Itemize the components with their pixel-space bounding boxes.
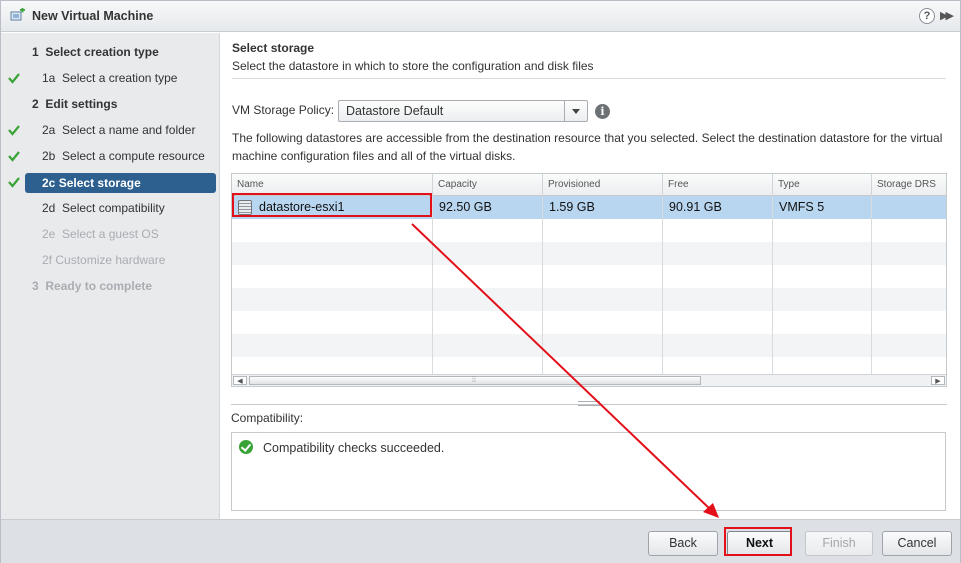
- column-header-free[interactable]: Free: [663, 174, 773, 196]
- datastore-name: datastore-esxi1: [259, 200, 345, 214]
- step-select-name-folder[interactable]: 2a Select a name and folder: [1, 119, 220, 141]
- title-bar: New Virtual Machine ? ▶▶: [1, 1, 960, 32]
- checkmark-icon: [8, 177, 20, 188]
- window-title: New Virtual Machine: [32, 9, 154, 23]
- datastore-table: Name Capacity Provisioned Free Type Stor…: [231, 173, 947, 387]
- new-vm-wizard-window: New Virtual Machine ? ▶▶ 1 Select creati…: [0, 0, 961, 563]
- scroll-right-icon[interactable]: ▶: [931, 376, 945, 385]
- empty-row: [232, 265, 946, 288]
- help-icon[interactable]: ?: [919, 8, 935, 24]
- finish-button: Finish: [805, 531, 873, 556]
- table-row[interactable]: datastore-esxi1 92.50 GB 1.59 GB 90.91 G…: [232, 196, 946, 219]
- success-check-icon: [239, 440, 253, 454]
- datastore-capacity: 92.50 GB: [433, 196, 543, 219]
- compatibility-message: Compatibility checks succeeded.: [263, 441, 445, 455]
- section-title: Select storage: [232, 41, 315, 55]
- checkmark-icon: [8, 73, 20, 84]
- step-select-storage[interactable]: 2c Select storage: [25, 173, 216, 193]
- wizard-steps-sidebar: 1 Select creation type 1a Select a creat…: [1, 33, 220, 519]
- cancel-button[interactable]: Cancel: [882, 531, 952, 556]
- expand-icon[interactable]: ▶▶: [940, 8, 954, 24]
- scroll-left-icon[interactable]: ◀: [233, 376, 247, 385]
- step-select-creation-type[interactable]: 1 Select creation type: [1, 41, 220, 63]
- step-ready-to-complete: 3 Ready to complete: [32, 279, 153, 293]
- back-button[interactable]: Back: [648, 531, 718, 556]
- step-select-compatibility[interactable]: 2d Select compatibility: [1, 197, 220, 219]
- step-customize-hardware: 2f Customize hardware: [42, 253, 166, 267]
- column-header-provisioned[interactable]: Provisioned: [543, 174, 663, 196]
- column-header-name[interactable]: Name: [232, 174, 433, 196]
- step-select-a-creation-type[interactable]: 1a Select a creation type: [1, 67, 220, 89]
- datastore-drs: [872, 196, 946, 219]
- checkmark-icon: [8, 151, 20, 162]
- compatibility-label: Compatibility:: [231, 411, 304, 425]
- horizontal-scrollbar[interactable]: ◀ ⁞⁞ ▶: [232, 374, 946, 386]
- select-storage-panel: Select storage Select the datastore in w…: [221, 33, 960, 519]
- column-header-type[interactable]: Type: [773, 174, 872, 196]
- empty-row: [232, 288, 946, 311]
- datastore-free: 90.91 GB: [663, 196, 773, 219]
- datastore-intro-text: The following datastores are accessible …: [232, 131, 943, 163]
- table-header: Name Capacity Provisioned Free Type Stor…: [232, 174, 946, 196]
- new-vm-icon: [10, 8, 25, 21]
- datastore-type: VMFS 5: [773, 196, 872, 219]
- empty-row: [232, 242, 946, 265]
- step-select-guest-os: 2e Select a guest OS: [42, 227, 159, 241]
- chevron-down-icon[interactable]: [564, 101, 587, 121]
- column-header-storage-drs[interactable]: Storage DRS: [872, 174, 946, 196]
- checkmark-icon: [8, 125, 20, 136]
- compatibility-box: Compatibility checks succeeded.: [231, 432, 946, 511]
- wizard-footer: Back Next Finish Cancel: [1, 519, 960, 563]
- step-edit-settings[interactable]: 2 Edit settings: [1, 93, 220, 115]
- storage-policy-label: VM Storage Policy:: [232, 103, 335, 117]
- empty-row: [232, 219, 946, 242]
- datastore-provisioned: 1.59 GB: [543, 196, 663, 219]
- info-icon[interactable]: i: [595, 104, 610, 119]
- section-description: Select the datastore in which to store t…: [232, 59, 594, 73]
- empty-row: [232, 357, 946, 380]
- step-select-compute-resource[interactable]: 2b Select a compute resource: [1, 145, 220, 167]
- storage-policy-select[interactable]: Datastore Default: [338, 100, 588, 122]
- empty-row: [232, 334, 946, 357]
- storage-policy-value: Datastore Default: [346, 104, 444, 118]
- divider: [232, 78, 946, 79]
- column-header-capacity[interactable]: Capacity: [433, 174, 543, 196]
- empty-row: [232, 311, 946, 334]
- splitter-grip-icon[interactable]: [578, 401, 600, 406]
- next-button[interactable]: Next: [727, 531, 792, 556]
- datastore-icon: [238, 200, 252, 215]
- scrollbar-thumb[interactable]: ⁞⁞: [249, 376, 701, 385]
